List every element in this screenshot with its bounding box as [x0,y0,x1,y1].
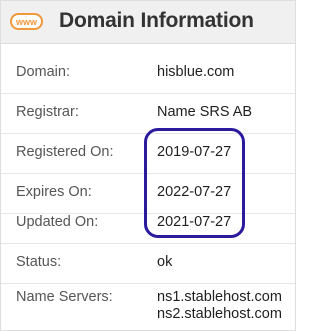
name-server-2: ns2.stablehost.com [157,306,282,322]
row-name-servers: Name Servers: ns1.stablehost.com ns2.sta… [1,279,295,329]
row-status: Status: ok [1,244,295,284]
page-title: Domain Information [59,9,254,32]
card-header: www Domain Information [1,1,295,44]
expires-on-label: Expires On: [16,184,92,200]
status-label: Status: [16,254,62,270]
domain-value: hisblue.com [157,64,235,80]
registered-on-label: Registered On: [16,144,114,160]
dates-highlight-outline [144,128,245,238]
registrar-value: Name SRS AB [157,104,253,120]
updated-on-label: Updated On: [16,214,99,230]
row-registrar: Registrar: Name SRS AB [1,94,295,134]
domain-label: Domain: [16,64,70,80]
status-value: ok [157,254,173,270]
name-server-1: ns1.stablehost.com [157,289,282,305]
www-icon: www [10,13,43,30]
registrar-label: Registrar: [16,104,79,120]
www-icon-text: www [15,17,38,27]
domain-info-card: www Domain Information Domain: hisblue.c… [0,0,296,331]
name-servers-label: Name Servers: [16,289,113,305]
name-servers-value: ns1.stablehost.com ns2.stablehost.com [157,289,282,323]
row-domain: Domain: hisblue.com [1,54,295,94]
